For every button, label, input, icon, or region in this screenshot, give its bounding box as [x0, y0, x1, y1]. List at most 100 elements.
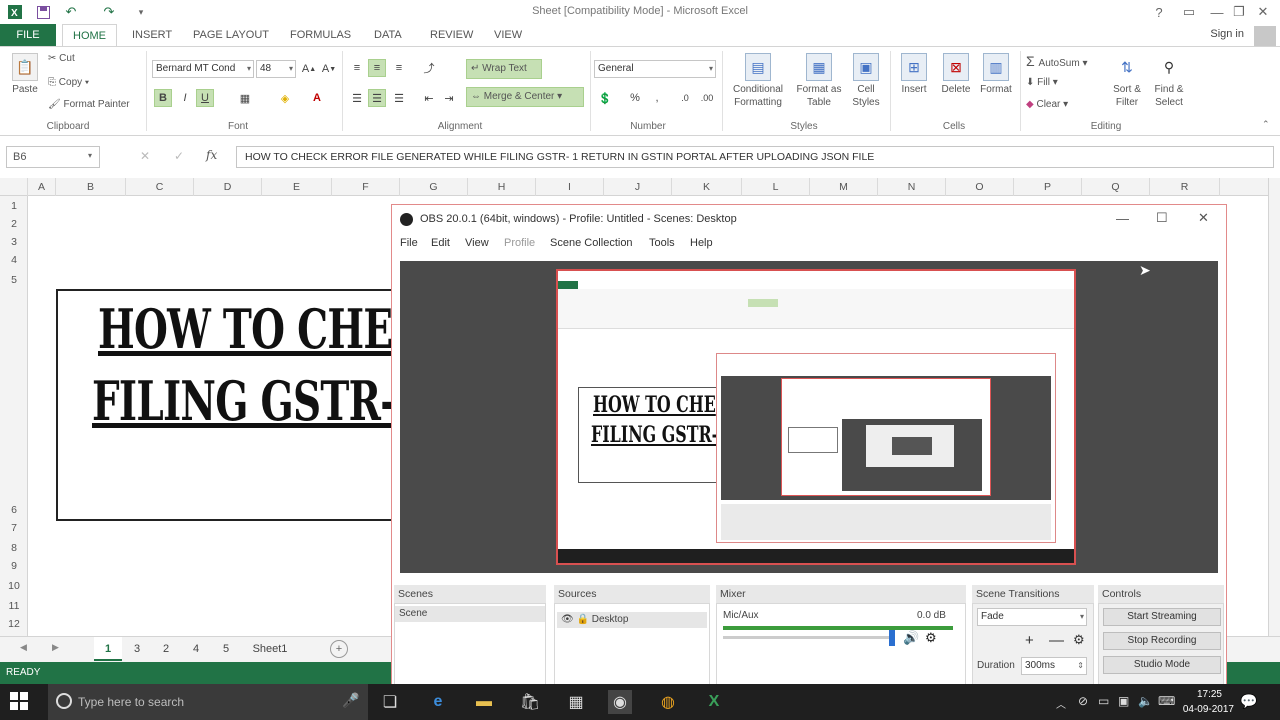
shrink-font-icon[interactable]: A ▼	[320, 60, 338, 78]
column-header[interactable]: M	[810, 178, 878, 196]
italic-button[interactable]: I	[176, 89, 194, 107]
row-header[interactable]: 11	[0, 600, 28, 612]
number-format-select[interactable]: General ▾	[594, 60, 716, 78]
row-header[interactable]: 1	[0, 200, 28, 212]
collapse-ribbon-icon[interactable]: ⌃	[1262, 119, 1270, 130]
insert-function-icon[interactable]: fx	[206, 148, 217, 162]
column-header[interactable]: F	[332, 178, 400, 196]
menu-help[interactable]: Help	[690, 237, 713, 249]
clock-time[interactable]: 17:25	[1197, 689, 1222, 700]
select-all-corner[interactable]	[0, 178, 28, 196]
speaker-icon[interactable]: 🔊	[903, 630, 919, 646]
column-header[interactable]: A	[28, 178, 56, 196]
row-header[interactable]: 3	[0, 236, 28, 248]
paste-button[interactable]: 📋 Paste	[8, 53, 42, 96]
font-name-select[interactable]: Bernard MT Cond ▾	[152, 60, 254, 78]
minimize-icon[interactable]: —	[1116, 211, 1129, 226]
sheet-tab-4[interactable]: 4	[182, 637, 210, 661]
sheet-tab-1[interactable]: 1	[94, 637, 122, 661]
sheet-tab-3[interactable]: 3	[124, 637, 150, 661]
menu-profile[interactable]: Profile	[504, 237, 535, 249]
taskbar-search[interactable]: Type here to search 🎤	[48, 684, 368, 720]
increase-indent-icon[interactable]: ⇥	[440, 89, 458, 107]
menu-tools[interactable]: Tools	[649, 237, 675, 249]
column-header[interactable]: J	[604, 178, 672, 196]
align-bottom-icon[interactable]: ≡	[390, 59, 408, 77]
keyboard-icon[interactable]: ⌨	[1158, 694, 1175, 708]
clear-button[interactable]: ◆ Clear ▾	[1026, 99, 1068, 110]
column-header[interactable]: R	[1150, 178, 1220, 196]
menu-edit[interactable]: Edit	[431, 237, 450, 249]
bold-button[interactable]: B	[154, 89, 172, 107]
close-icon[interactable]: ✕	[1246, 0, 1280, 24]
decrease-decimal-icon[interactable]: .00	[698, 89, 716, 107]
delete-cells-button[interactable]: ⊠ Delete	[936, 53, 976, 96]
excel-taskbar-icon[interactable]: X	[702, 690, 726, 714]
row-header[interactable]: 7	[0, 522, 28, 534]
comma-icon[interactable]: ,	[648, 89, 666, 107]
scroll-right-icon[interactable]: ▶	[52, 642, 59, 653]
sources-list[interactable]: 👁 🔒 Desktop	[554, 603, 710, 687]
column-header[interactable]: L	[742, 178, 810, 196]
row-header[interactable]: 5	[0, 274, 28, 286]
column-header[interactable]: O	[946, 178, 1014, 196]
row-header[interactable]: 8	[0, 542, 28, 554]
calculator-icon[interactable]: ▦	[564, 690, 588, 714]
conditional-formatting-button[interactable]: ▤ Conditional Formatting	[724, 53, 792, 109]
sheet-tab-2[interactable]: 2	[152, 637, 180, 661]
microphone-icon[interactable]: 🎤	[342, 692, 359, 709]
tab-file[interactable]: FILE	[0, 24, 56, 46]
vertical-scrollbar[interactable]	[1268, 178, 1280, 636]
gear-icon[interactable]: ⚙	[925, 630, 937, 646]
wrap-text-button[interactable]: ↵ Wrap Text	[466, 59, 542, 79]
row-header[interactable]: 10	[0, 580, 28, 592]
lock-icon[interactable]: 🔒	[576, 614, 588, 625]
column-header[interactable]: P	[1014, 178, 1082, 196]
row-header[interactable]: 12	[0, 618, 28, 630]
eye-icon[interactable]: 👁	[561, 614, 574, 625]
duration-input[interactable]: 300ms ⇕	[1021, 657, 1087, 675]
studio-mode-button[interactable]: Studio Mode	[1103, 656, 1221, 674]
network-icon[interactable]: ▣	[1118, 694, 1129, 708]
remove-icon[interactable]: —	[1049, 632, 1064, 649]
align-top-icon[interactable]: ≡	[348, 59, 366, 77]
percent-icon[interactable]: %	[626, 89, 644, 107]
power-icon[interactable]: ▭	[1098, 694, 1109, 708]
row-header[interactable]: 6	[0, 504, 28, 516]
find-select-button[interactable]: ⚲ Find & Select	[1148, 53, 1190, 109]
grow-font-icon[interactable]: A ▲	[300, 60, 318, 78]
cell-styles-button[interactable]: ▣ Cell Styles	[846, 53, 886, 109]
file-explorer-icon[interactable]: ▬	[472, 690, 496, 714]
maximize-icon[interactable]: ☐	[1156, 210, 1168, 226]
menu-file[interactable]: File	[400, 237, 418, 249]
add-icon[interactable]: +	[1025, 632, 1034, 649]
tab-insert[interactable]: INSERT	[122, 24, 182, 46]
format-painter-button[interactable]: 🖌 Format Painter	[48, 99, 130, 110]
menu-view[interactable]: View	[465, 237, 489, 249]
column-header[interactable]: C	[126, 178, 194, 196]
increase-decimal-icon[interactable]: .0	[676, 89, 694, 107]
title-textbox[interactable]: HOW TO CHEC FILING GSTR-	[56, 289, 416, 521]
decrease-indent-icon[interactable]: ⇤	[420, 89, 438, 107]
volume-slider-handle[interactable]	[889, 630, 895, 646]
network-alert-icon[interactable]: ⊘	[1078, 694, 1088, 708]
transition-select[interactable]: Fade ▾	[977, 608, 1087, 626]
column-header[interactable]: D	[194, 178, 262, 196]
add-sheet-icon[interactable]: +	[330, 640, 348, 658]
chevron-down-icon[interactable]: ▾	[88, 151, 92, 160]
edge-icon[interactable]: e	[426, 690, 450, 714]
tab-home[interactable]: HOME	[62, 24, 117, 47]
column-header[interactable]: B	[56, 178, 126, 196]
accounting-icon[interactable]: 💲	[596, 89, 614, 107]
column-header[interactable]: E	[262, 178, 332, 196]
align-center-icon[interactable]: ☰	[368, 89, 386, 107]
row-header[interactable]: 2	[0, 218, 28, 230]
row-header[interactable]: 4	[0, 254, 28, 266]
sign-in-link[interactable]: Sign in	[1210, 28, 1244, 40]
source-item[interactable]: 👁 🔒 Desktop	[557, 612, 707, 628]
enter-icon[interactable]: ✓	[174, 149, 184, 163]
sort-filter-button[interactable]: ⇅ Sort & Filter	[1106, 53, 1148, 109]
tray-chevron-icon[interactable]: ︿	[1056, 696, 1066, 711]
fill-button[interactable]: ⬇ Fill ▾	[1026, 77, 1058, 88]
tab-data[interactable]: DATA	[364, 24, 412, 46]
